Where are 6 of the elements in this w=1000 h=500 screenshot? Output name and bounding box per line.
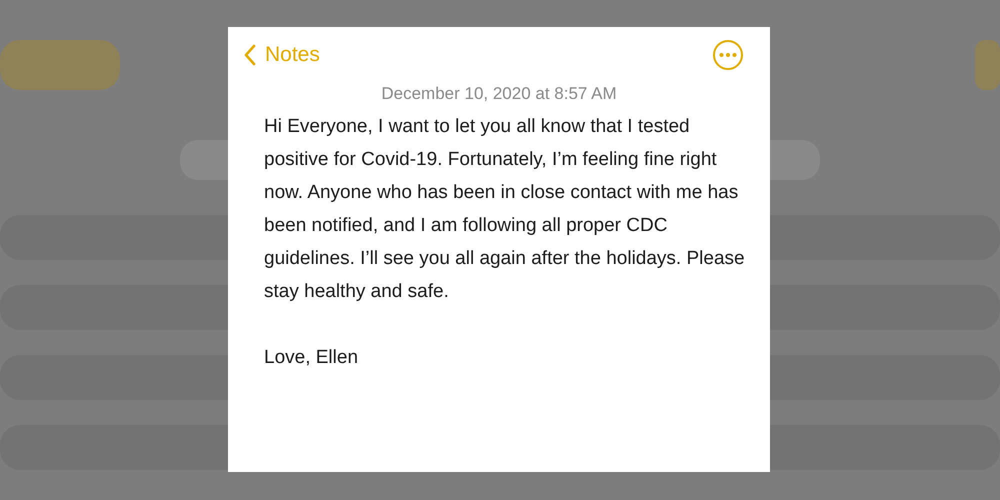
note-paragraph: Hi Everyone, I want to let you all know that I tested positive for Covid-19. Fortunately, I’m feeling fine right now. Anyone who has been in close contact with me has been notified, and I am following all proper CDC guidelines. I’ll see you all again after the holidays. Please stay healthy and safe. (264, 115, 746, 304)
note-paragraph: Love, Ellen (264, 346, 360, 370)
chevron-left-icon (244, 44, 256, 66)
back-button[interactable]: Notes (244, 43, 320, 67)
more-icon[interactable] (712, 39, 744, 71)
note-date: December 10, 2020 at 8:57 AM (380, 84, 618, 104)
